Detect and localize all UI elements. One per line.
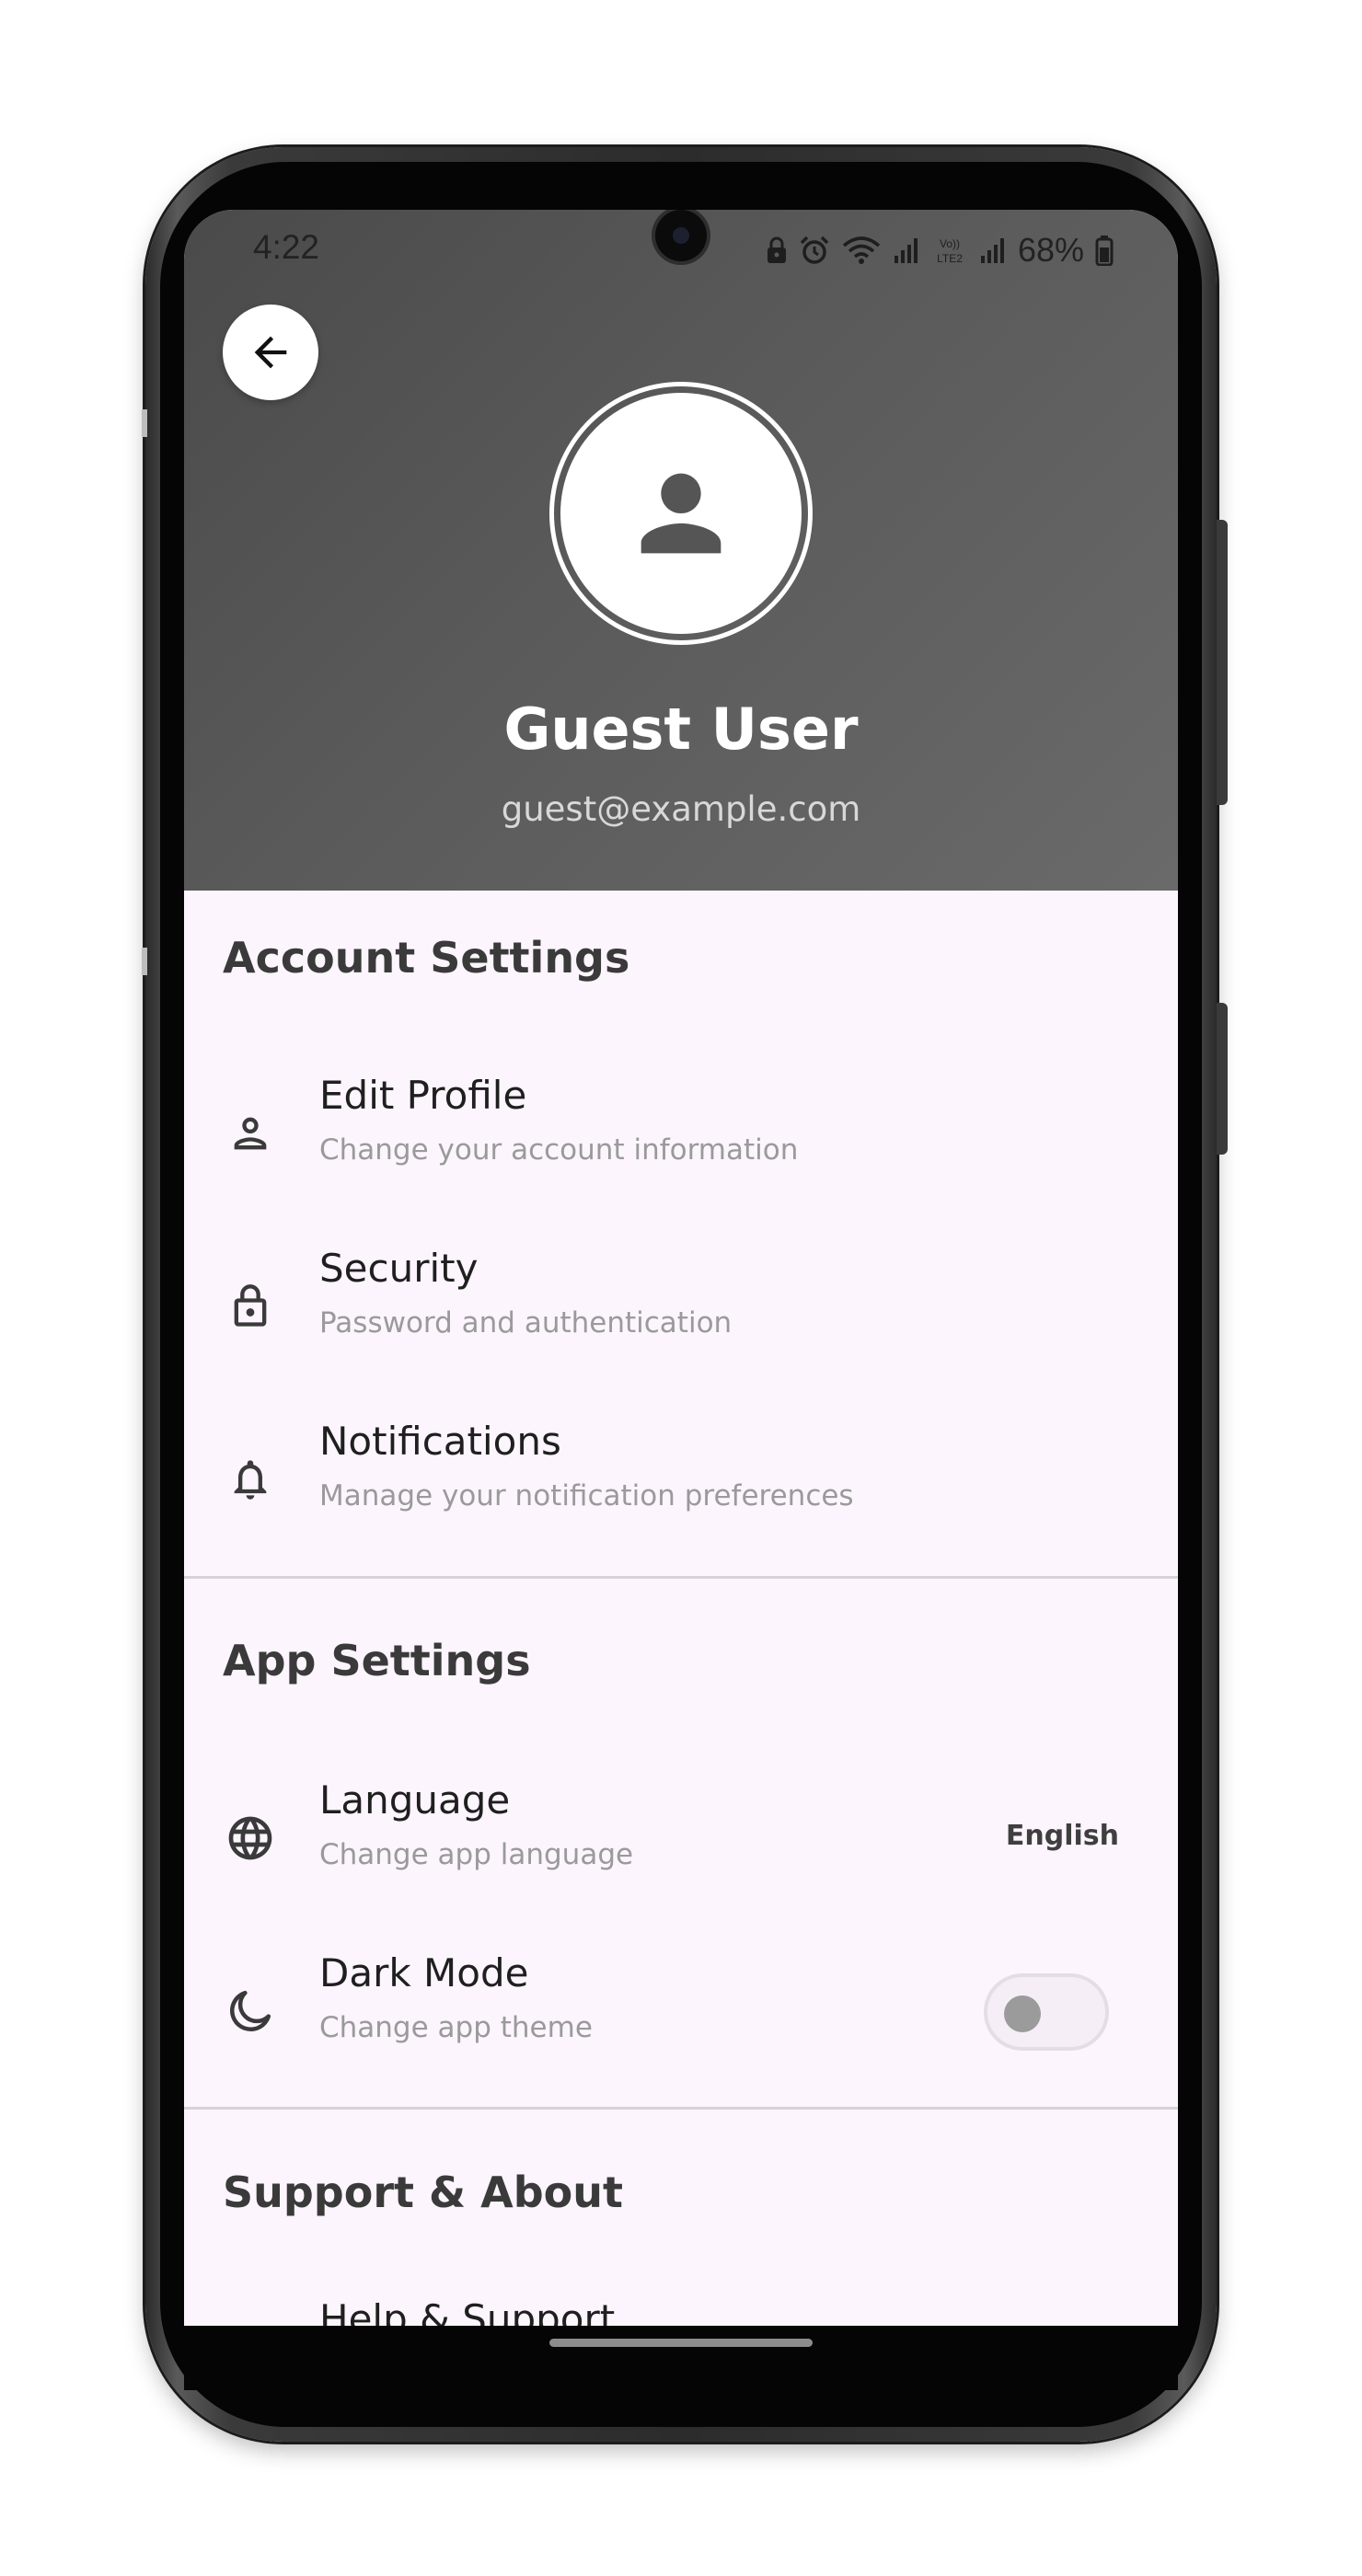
- settings-item-title: Language: [319, 1777, 511, 1823]
- settings-item-title: Help & Support: [319, 2296, 616, 2326]
- battery-percent: 68%: [1017, 231, 1084, 269]
- language-value: English: [1005, 1820, 1119, 1852]
- screen: 4:22 Vo)) LTE2 68% Guest User guest@exam…: [184, 210, 1178, 2326]
- person-outline-icon: [223, 1106, 278, 1161]
- lock-icon: [767, 236, 786, 263]
- globe-icon: [223, 1811, 278, 1866]
- user-name: Guest User: [503, 696, 859, 763]
- section-title-account-settings: Account Settings: [223, 933, 630, 983]
- settings-item-subtitle: Change app theme: [319, 2011, 593, 2044]
- wifi-icon: [842, 236, 881, 264]
- settings-item-edit-profile[interactable]: Edit Profile Change your account informa…: [184, 1047, 1178, 1220]
- dark-mode-toggle[interactable]: [984, 1973, 1109, 2051]
- svg-text:LTE2: LTE2: [937, 252, 963, 265]
- settings-item-security[interactable]: Security Password and authentication: [184, 1220, 1178, 1393]
- volume-button: [1217, 520, 1228, 805]
- section-title-support-about: Support & About: [223, 2168, 624, 2217]
- back-button[interactable]: [223, 305, 318, 400]
- home-indicator[interactable]: [549, 2339, 813, 2347]
- avatar-circle: [560, 393, 802, 634]
- settings-item-subtitle: Change your account information: [319, 1133, 799, 1167]
- settings-item-title: Edit Profile: [319, 1073, 527, 1118]
- system-nav-bar: [184, 2326, 1178, 2390]
- settings-item-title: Dark Mode: [319, 1950, 529, 1995]
- bell-icon: [223, 1452, 278, 1507]
- settings-item-subtitle: Change app language: [319, 1838, 634, 1871]
- section-divider: [184, 1576, 1178, 1579]
- front-camera: [655, 210, 707, 261]
- settings-item-dark-mode[interactable]: Dark Mode Change app theme: [184, 1925, 1178, 2098]
- svg-text:Vo)): Vo)): [940, 237, 960, 250]
- frame-antenna-line: [142, 948, 147, 975]
- battery-icon: [1095, 236, 1114, 266]
- arrow-left-icon: [254, 336, 287, 369]
- settings-item-title: Notifications: [319, 1419, 561, 1464]
- settings-item-subtitle: Password and authentication: [319, 1306, 733, 1340]
- settings-item-language[interactable]: Language Change app language English: [184, 1752, 1178, 1925]
- settings-item-subtitle: Manage your notification preferences: [319, 1479, 854, 1512]
- section-divider: [184, 2107, 1178, 2110]
- status-icons: Vo)) LTE2 68%: [766, 230, 1114, 270]
- user-email: guest@example.com: [501, 789, 861, 829]
- section-title-app-settings: App Settings: [223, 1636, 531, 1685]
- volte-icon: Vo)) LTE2: [937, 237, 963, 265]
- settings-item-notifications[interactable]: Notifications Manage your notification p…: [184, 1393, 1178, 1566]
- signal-icon: [894, 238, 918, 263]
- alarm-icon: [800, 236, 829, 264]
- signal-icon: [980, 238, 1004, 263]
- profile-header: 4:22 Vo)) LTE2 68% Guest User guest@exam…: [184, 210, 1178, 891]
- status-time: 4:22: [253, 228, 320, 266]
- moon-icon: [223, 1984, 278, 2039]
- status-bar: 4:22 Vo)) LTE2 68%: [184, 210, 1178, 293]
- power-button: [1217, 1003, 1228, 1155]
- toggle-knob: [1004, 1995, 1041, 2032]
- person-icon: [641, 473, 721, 554]
- settings-item-help-support[interactable]: Help & Support: [184, 2271, 1178, 2326]
- settings-item-title: Security: [319, 1246, 479, 1291]
- avatar[interactable]: [549, 382, 813, 645]
- lock-icon: [223, 1279, 278, 1334]
- frame-antenna-line: [142, 409, 147, 437]
